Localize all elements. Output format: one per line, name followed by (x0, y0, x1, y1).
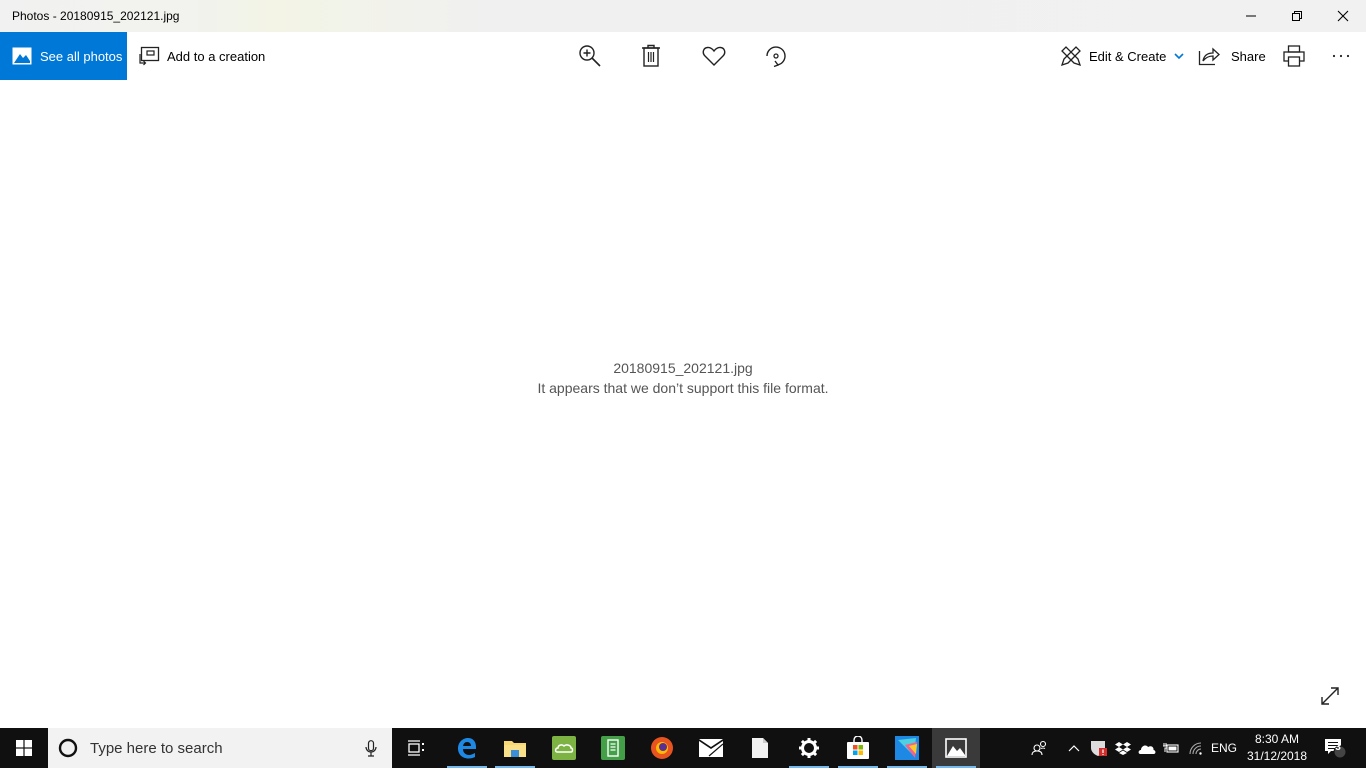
chevron-up-icon (1068, 745, 1080, 752)
cortana-icon (58, 738, 78, 758)
minimize-button[interactable] (1228, 0, 1274, 32)
battery-tray-button[interactable] (1160, 728, 1182, 768)
expand-icon[interactable] (1319, 685, 1341, 707)
dropbox-icon (1115, 742, 1131, 755)
taskbar-app-edge[interactable] (443, 728, 491, 768)
toolbar: See all photos Add to a creation Edit & … (0, 32, 1366, 80)
heart-icon (702, 46, 726, 66)
minimize-icon (1246, 15, 1256, 17)
share-button[interactable]: Share (1198, 32, 1266, 80)
onedrive-cloud-icon (1138, 745, 1156, 754)
add-to-creation-label: Add to a creation (167, 48, 266, 64)
unsupported-format-message: It appears that we don’t support this fi… (537, 380, 829, 396)
clock-date: 31/12/2018 (1246, 749, 1308, 763)
share-label: Share (1231, 48, 1266, 64)
store-icon (847, 736, 869, 759)
rotate-button[interactable] (764, 32, 788, 80)
photos-icon (945, 738, 967, 758)
close-icon (1337, 10, 1349, 22)
people-button[interactable] (1026, 728, 1054, 768)
start-button[interactable] (0, 728, 48, 768)
taskbar-app-mail[interactable] (687, 728, 735, 768)
add-to-creation-button[interactable]: Add to a creation (138, 32, 265, 80)
taskbar-app-paint[interactable] (883, 728, 931, 768)
see-all-photos-button[interactable]: See all photos (0, 32, 127, 80)
network-tray-button[interactable] (1185, 728, 1207, 768)
taskbar-search-box[interactable]: Type here to search (48, 728, 392, 768)
restore-icon (1292, 11, 1302, 21)
edit-create-button[interactable]: Edit & Create (1060, 32, 1184, 80)
see-all-photos-label: See all photos (40, 48, 123, 64)
dropbox-tray-button[interactable] (1113, 728, 1133, 768)
battery-charging-icon (1163, 743, 1179, 753)
close-button[interactable] (1320, 0, 1366, 32)
taskbar-app-settings[interactable] (785, 728, 833, 768)
print-icon (1283, 45, 1305, 67)
show-hidden-icons-button[interactable] (1064, 728, 1084, 768)
notes-app-icon (601, 736, 625, 760)
onedrive-tray-button[interactable] (1136, 728, 1158, 768)
people-icon (1031, 740, 1047, 756)
cloud-app-icon (552, 736, 576, 760)
taskbar-app-firefox[interactable] (638, 728, 686, 768)
edit-create-label: Edit & Create (1089, 48, 1167, 64)
edge-icon (458, 738, 476, 759)
mail-icon (699, 739, 723, 757)
task-view-icon (408, 740, 424, 756)
share-icon (1198, 47, 1220, 66)
notification-count-badge: 3 (1335, 742, 1341, 753)
clock-time: 8:30 AM (1254, 732, 1300, 746)
taskbar-app-photos[interactable] (932, 728, 980, 768)
edit-create-icon (1060, 46, 1082, 67)
window-title: Photos - 20180915_202121.jpg (12, 9, 180, 23)
more-button[interactable] (1332, 32, 1350, 80)
taskbar-app-notes[interactable] (589, 728, 637, 768)
taskbar: Type here to search ENG 8:30 AM 31/12/20… (0, 728, 1366, 768)
photo-icon (12, 47, 32, 65)
shield-warning-icon (1091, 741, 1107, 756)
rotate-icon (766, 46, 786, 68)
action-center-button[interactable]: 3 (1320, 728, 1350, 768)
microphone-icon[interactable] (365, 740, 377, 757)
security-tray-button[interactable] (1088, 728, 1110, 768)
title-bar: Photos - 20180915_202121.jpg (0, 0, 1366, 32)
more-icon (1332, 54, 1350, 58)
taskbar-app-document[interactable] (736, 728, 784, 768)
language-label: ENG (1210, 741, 1237, 755)
zoom-in-icon (579, 45, 601, 67)
settings-gear-icon (799, 738, 819, 758)
file-name: 20180915_202121.jpg (613, 360, 753, 376)
wifi-icon (1189, 742, 1202, 755)
add-to-creation-icon (139, 46, 160, 66)
delete-button[interactable] (641, 32, 661, 80)
taskbar-app-file-explorer[interactable] (491, 728, 539, 768)
restore-button[interactable] (1274, 0, 1320, 32)
print-button[interactable] (1283, 32, 1305, 80)
search-placeholder: Type here to search (90, 739, 223, 757)
paint-app-icon (895, 736, 919, 760)
windows-logo-icon (16, 740, 32, 756)
input-language-button[interactable]: ENG (1209, 728, 1239, 768)
favorite-button[interactable] (702, 32, 726, 80)
clock[interactable]: 8:30 AM 31/12/2018 (1240, 731, 1314, 765)
firefox-icon (651, 737, 673, 759)
taskbar-app-cloud[interactable] (540, 728, 588, 768)
delete-icon (642, 44, 660, 67)
document-icon (752, 738, 768, 758)
zoom-button[interactable] (578, 32, 602, 80)
chevron-down-icon (1174, 53, 1184, 60)
folder-icon (504, 741, 526, 757)
taskbar-app-store[interactable] (834, 728, 882, 768)
task-view-button[interactable] (392, 728, 440, 768)
